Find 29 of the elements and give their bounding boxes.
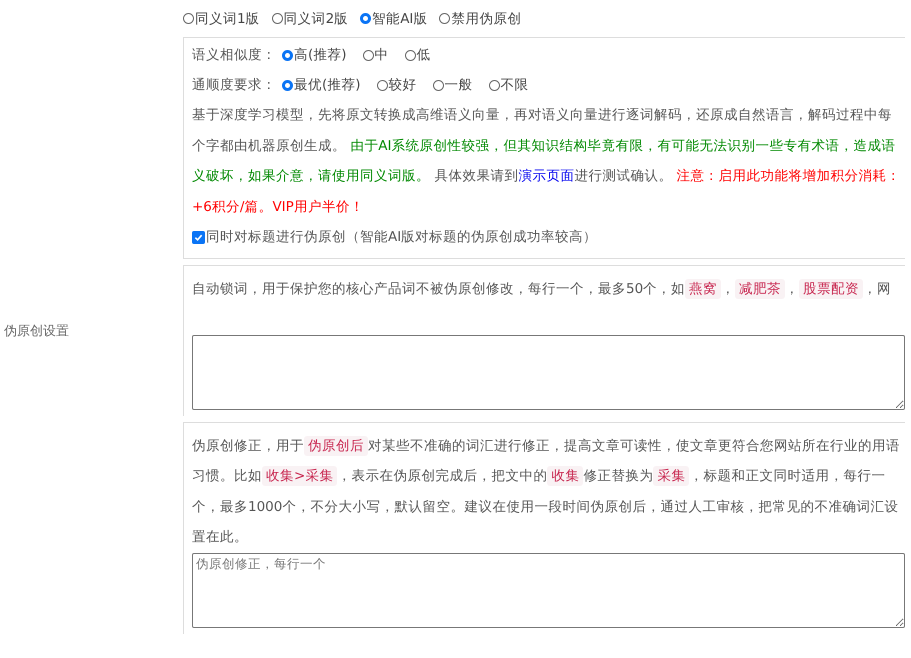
option-label: 通顺度要求： bbox=[192, 76, 276, 94]
section-label: 伪原创设置 bbox=[4, 323, 69, 340]
option-label: 语义相似度： bbox=[192, 46, 276, 64]
keyword-tag: 燕窝 bbox=[685, 279, 722, 299]
correction-text: 伪原创修正，用于 伪原创后 对某些不准确的词汇进行修正，提高文章可读性，使文章更符合您网站所在行业的用语习惯。比如 收集>采集 ，表示在伪原创完成后，把文中的 收集 修正替换为 采集 ，标题和正文同时适用，每行一个，最多1000个，不分大小写，默认留空。建议在使用一段时间伪原创后，通过人工审核，把常见的不准确词汇设置在此。 bbox=[192, 434, 901, 547]
mode-radio[interactable]: 智能AI版 bbox=[360, 10, 428, 28]
mode-radio[interactable]: 同义词2版 bbox=[272, 10, 348, 28]
keyword-tag: 股票配资 bbox=[799, 279, 864, 299]
title-checkbox[interactable]: 同时对标题进行伪原创（智能AI版对标题的伪原创成功率较高） bbox=[192, 222, 905, 252]
keyword-tag: 收集 bbox=[547, 466, 584, 486]
description-text: 基于深度学习模型，先将原文转换成高维语义向量，再对语义向量进行逐词解码，还原成自然语言，解码过程中每个字都由机器原创生成。 由于AI系统原创性较强，但其知识结构毕竟有限，有可能无法识别一些专有术语，造成语义破坏，如果介意，请使用同义词版。 具体效果请到演示页面进行测试确认。 注意：启用此功能将增加积分消耗：+6积分/篇。VIP用户半价！ bbox=[192, 106, 902, 216]
option-radio[interactable]: 最优(推荐) bbox=[282, 76, 361, 94]
option-radio[interactable]: 低 bbox=[404, 46, 431, 64]
option-radio[interactable]: 高(推荐) bbox=[282, 46, 347, 64]
keyword-tag: 减肥茶 bbox=[735, 279, 786, 299]
lock-words-text: 自动锁词，用于保护您的核心产品词不被伪原创修改，每行一个，最多50个，如 燕窝 ， 减肥茶 ， 股票配资 ，网 bbox=[192, 278, 892, 301]
mode-radio[interactable]: 同义词1版 bbox=[183, 10, 260, 28]
lock-words-field[interactable] bbox=[192, 334, 905, 410]
option-radio[interactable]: 不限 bbox=[488, 76, 529, 94]
option-radio[interactable]: 较好 bbox=[376, 76, 417, 94]
correction-field[interactable]: 伪原创修正，每行一个 bbox=[192, 552, 905, 628]
option-radio[interactable]: 中 bbox=[362, 46, 389, 64]
checkbox-icon[interactable] bbox=[192, 230, 205, 244]
mode-radio[interactable]: 禁用伪原创 bbox=[439, 10, 522, 28]
option-radio[interactable]: 一般 bbox=[432, 76, 473, 94]
keyword-tag: 伪原创后 bbox=[304, 436, 368, 456]
keyword-tag: 收集>采集 bbox=[262, 466, 338, 486]
keyword-tag: 采集 bbox=[653, 466, 690, 486]
demo-page-link[interactable]: 演示页面 bbox=[518, 168, 574, 184]
